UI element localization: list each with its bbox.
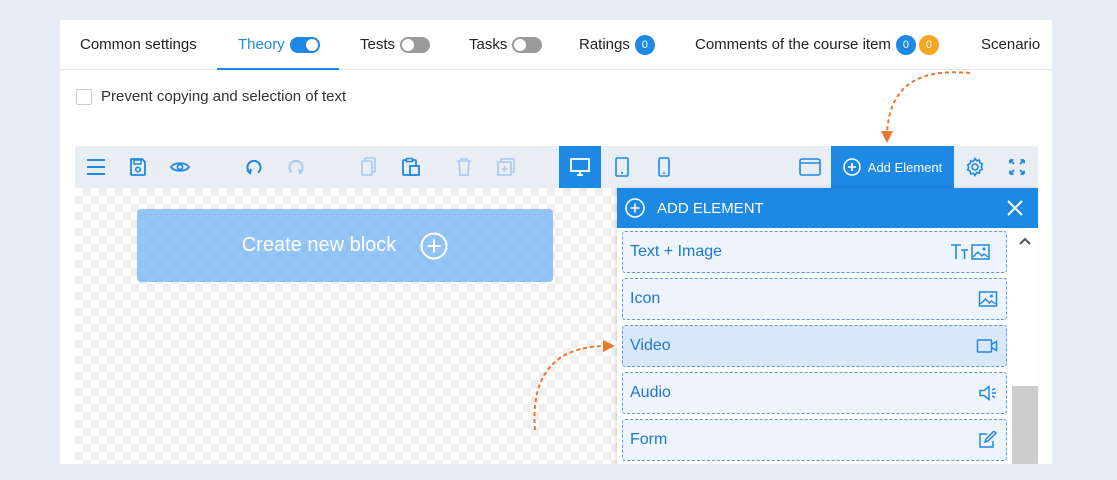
prevent-copying-row[interactable]: Prevent copying and selection of text xyxy=(76,88,346,105)
tab-label: Common settings xyxy=(80,36,197,53)
fullscreen-icon xyxy=(1009,159,1025,175)
create-block-label: Create new block xyxy=(241,234,397,256)
delete-icon xyxy=(457,158,471,176)
paste-button[interactable] xyxy=(390,146,432,188)
toggle-knob xyxy=(402,39,415,51)
preview-eye-icon xyxy=(170,162,190,172)
panel-title: ADD ELEMENT xyxy=(657,199,764,217)
tasks-toggle[interactable] xyxy=(512,37,543,53)
add-element-panel-header: ADD ELEMENT xyxy=(617,188,1038,228)
tab-theory[interactable]: Theory xyxy=(238,20,320,70)
copy-icon xyxy=(361,157,376,176)
add-element-label: Add Element xyxy=(867,159,943,175)
tab-scenario[interactable]: Scenario xyxy=(981,20,1040,70)
settings-gear-icon xyxy=(966,157,984,177)
element-list: Text + Image Icon Video Audio Form xyxy=(617,228,1012,464)
paste-icon xyxy=(402,157,420,176)
duplicate-icon xyxy=(497,158,515,176)
tab-label: Scenario xyxy=(981,36,1041,53)
element-item-label: Icon xyxy=(630,290,661,307)
comments-new-badge: 0 xyxy=(918,35,939,55)
element-item-label: Text + Image xyxy=(630,243,723,260)
video-icon xyxy=(976,339,998,353)
settings-button[interactable] xyxy=(954,146,996,188)
element-item-label: Video xyxy=(630,337,671,354)
tablet-view-button[interactable] xyxy=(601,146,643,188)
mobile-view-button[interactable] xyxy=(643,146,685,188)
tab-label: Tasks xyxy=(469,36,508,53)
text-image-icon xyxy=(951,244,990,260)
edit-form-icon xyxy=(979,431,998,448)
save-icon xyxy=(130,158,146,176)
tests-toggle[interactable] xyxy=(400,37,431,53)
image-icon xyxy=(978,291,998,307)
delete-button[interactable] xyxy=(443,146,485,188)
save-button[interactable] xyxy=(117,146,159,188)
menu-button[interactable] xyxy=(75,146,117,188)
tablet-icon xyxy=(615,157,629,177)
element-item-label: Form xyxy=(630,431,668,448)
tab-ratings[interactable]: Ratings 0 xyxy=(579,20,655,70)
scroll-thumb[interactable] xyxy=(1012,386,1038,464)
copy-button[interactable] xyxy=(348,146,390,188)
undo-icon xyxy=(246,159,262,175)
element-item-label: Audio xyxy=(630,384,671,401)
tab-common-settings[interactable]: Common settings xyxy=(80,20,197,70)
fullscreen-button[interactable] xyxy=(996,146,1038,188)
chevron-up-icon xyxy=(1019,237,1031,245)
redo-icon xyxy=(288,159,304,175)
editor-toolbar: Add Element xyxy=(75,146,1038,188)
element-item-icon[interactable]: Icon xyxy=(622,278,1007,320)
editor-canvas[interactable]: Create new block xyxy=(75,188,617,464)
active-tab-underline xyxy=(217,68,339,70)
prevent-copying-checkbox[interactable] xyxy=(76,88,92,105)
add-circle-icon xyxy=(420,232,448,259)
toggle-knob xyxy=(514,39,527,51)
window-icon xyxy=(799,158,821,176)
tab-tests[interactable]: Tests xyxy=(360,20,431,70)
audio-speaker-icon xyxy=(979,384,996,402)
add-circle-icon xyxy=(842,158,861,176)
menu-icon xyxy=(87,159,105,175)
tab-label: Theory xyxy=(238,36,285,53)
tab-label: Ratings xyxy=(579,36,630,53)
preview-button[interactable] xyxy=(159,146,201,188)
tab-comments[interactable]: Comments of the course item 0 0 xyxy=(695,20,939,70)
element-item-audio[interactable]: Audio xyxy=(622,372,1007,414)
tab-label: Comments of the course item xyxy=(695,36,891,53)
tab-label: Tests xyxy=(360,36,396,53)
scroll-up-button[interactable] xyxy=(1012,228,1038,254)
element-list-scrollbar[interactable] xyxy=(1012,228,1038,464)
create-new-block-button[interactable]: Create new block xyxy=(137,209,553,282)
desktop-icon xyxy=(570,158,590,176)
add-element-panel: ADD ELEMENT Text + Image Icon Video Audi… xyxy=(617,188,1038,464)
element-item-video[interactable]: Video xyxy=(622,325,1007,367)
undo-button[interactable] xyxy=(233,146,275,188)
close-icon[interactable] xyxy=(1006,199,1024,217)
mobile-icon xyxy=(658,157,670,177)
course-item-editor: Common settings Theory Tests Tasks Ratin… xyxy=(60,20,1052,464)
duplicate-button[interactable] xyxy=(485,146,527,188)
window-button[interactable] xyxy=(789,146,831,188)
desktop-view-button[interactable] xyxy=(559,146,601,188)
element-item-text-image[interactable]: Text + Image xyxy=(622,231,1007,273)
ratings-count-badge: 0 xyxy=(634,35,655,55)
toggle-knob xyxy=(305,39,318,51)
add-element-button[interactable]: Add Element xyxy=(831,146,954,188)
redo-button[interactable] xyxy=(275,146,317,188)
add-circle-icon xyxy=(625,198,645,218)
tab-bar: Common settings Theory Tests Tasks Ratin… xyxy=(60,20,1052,70)
theory-toggle[interactable] xyxy=(289,37,320,53)
tab-tasks[interactable]: Tasks xyxy=(469,20,543,70)
prevent-copying-label: Prevent copying and selection of text xyxy=(101,88,347,105)
element-item-form[interactable]: Form xyxy=(622,419,1007,461)
comments-count-badge: 0 xyxy=(895,35,916,55)
